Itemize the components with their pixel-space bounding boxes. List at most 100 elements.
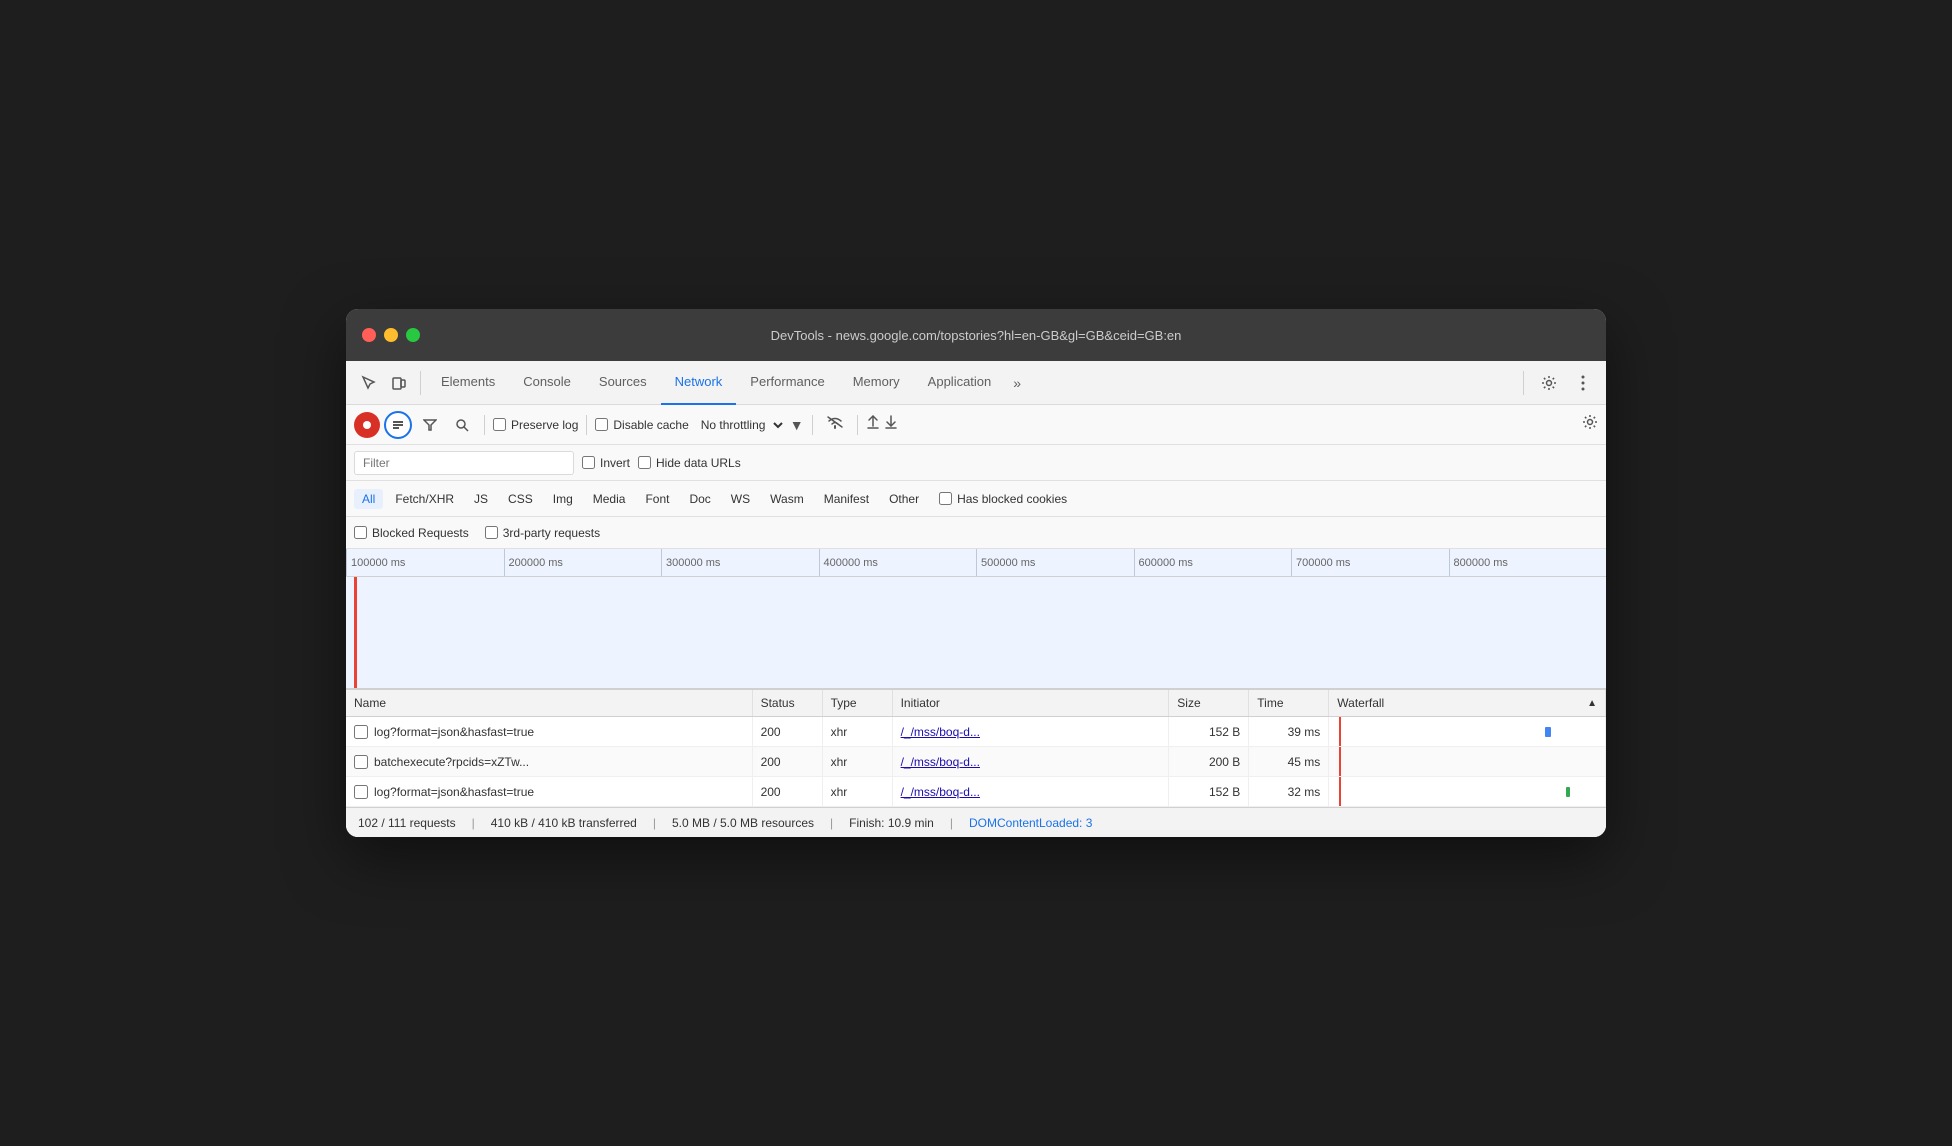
type-filter-fetch-xhr[interactable]: Fetch/XHR — [387, 489, 462, 509]
type-filter-wasm[interactable]: Wasm — [762, 489, 812, 509]
timeline-red-bar — [354, 577, 357, 689]
td-time-2: 45 ms — [1249, 747, 1329, 776]
maximize-button[interactable] — [406, 328, 420, 342]
more-options-button[interactable] — [1568, 368, 1598, 398]
tab-application[interactable]: Application — [914, 361, 1006, 405]
invert-label[interactable]: Invert — [582, 456, 630, 470]
table-body: log?format=json&hasfast=true 200 xhr /_/… — [346, 717, 1606, 807]
blocked-row: Blocked Requests 3rd-party requests — [346, 517, 1606, 549]
toolbar-sep-4 — [857, 415, 858, 435]
inspect-element-button[interactable] — [354, 368, 384, 398]
filter-row: Invert Hide data URLs — [346, 445, 1606, 481]
th-initiator[interactable]: Initiator — [893, 690, 1170, 716]
toolbar-divider-2 — [1523, 371, 1524, 395]
timeline-tick-3: 300000 ms — [661, 549, 819, 576]
settings-button[interactable] — [1534, 368, 1564, 398]
devtools-body: Elements Console Sources Network Perform… — [346, 361, 1606, 837]
timeline-tick-7: 700000 ms — [1291, 549, 1449, 576]
type-filter-font[interactable]: Font — [637, 489, 677, 509]
disable-cache-checkbox[interactable] — [595, 418, 608, 431]
type-filter-css[interactable]: CSS — [500, 489, 541, 509]
th-time[interactable]: Time — [1249, 690, 1329, 716]
tab-memory[interactable]: Memory — [839, 361, 914, 405]
tab-sources[interactable]: Sources — [585, 361, 661, 405]
td-initiator-2: /_/mss/boq-d... — [893, 747, 1170, 776]
status-domcontent: DOMContentLoaded: 3 — [969, 816, 1092, 830]
type-filter-ws[interactable]: WS — [723, 489, 758, 509]
status-resources: 5.0 MB / 5.0 MB resources — [672, 816, 814, 830]
network-settings-icon[interactable] — [1582, 414, 1598, 435]
tab-list: Elements Console Sources Network Perform… — [427, 361, 1517, 405]
table-row[interactable]: batchexecute?rpcids=xZTw... 200 xhr /_/m… — [346, 747, 1606, 777]
filter-input[interactable] — [354, 451, 574, 475]
type-filter-js[interactable]: JS — [466, 489, 496, 509]
td-type-2: xhr — [823, 747, 893, 776]
preserve-log-checkbox[interactable] — [493, 418, 506, 431]
type-filter-doc[interactable]: Doc — [681, 489, 718, 509]
type-filter-manifest[interactable]: Manifest — [816, 489, 877, 509]
table-row[interactable]: log?format=json&hasfast=true 200 xhr /_/… — [346, 717, 1606, 747]
preserve-log-label[interactable]: Preserve log — [493, 418, 578, 432]
type-filter-img[interactable]: Img — [545, 489, 581, 509]
disable-cache-label[interactable]: Disable cache — [595, 418, 688, 432]
tab-elements[interactable]: Elements — [427, 361, 509, 405]
throttle-select[interactable]: No throttling — [693, 415, 786, 435]
th-waterfall[interactable]: Waterfall ▲ — [1329, 690, 1606, 716]
tab-network[interactable]: Network — [661, 361, 737, 405]
timeline-tick-6: 600000 ms — [1134, 549, 1292, 576]
status-transferred: 410 kB / 410 kB transferred — [491, 816, 637, 830]
th-status[interactable]: Status — [753, 690, 823, 716]
hide-data-urls-label[interactable]: Hide data URLs — [638, 456, 741, 470]
search-button[interactable] — [448, 411, 476, 439]
type-filter-all[interactable]: All — [354, 489, 383, 509]
row-checkbox-3[interactable] — [354, 785, 368, 799]
timeline-body — [346, 577, 1606, 689]
row-checkbox-2[interactable] — [354, 755, 368, 769]
filter-button[interactable] — [416, 411, 444, 439]
sort-arrow-icon: ▲ — [1587, 698, 1597, 709]
toolbar-divider-1 — [420, 371, 421, 395]
td-waterfall-3 — [1329, 777, 1606, 806]
row-checkbox-1[interactable] — [354, 725, 368, 739]
blocked-requests-checkbox[interactable] — [354, 526, 367, 539]
type-filter-media[interactable]: Media — [585, 489, 634, 509]
timeline-tick-2: 200000 ms — [504, 549, 662, 576]
throttle-arrow-icon: ▼ — [790, 417, 804, 433]
has-blocked-cookies-checkbox[interactable] — [939, 492, 952, 505]
blocked-requests-label[interactable]: Blocked Requests — [354, 526, 469, 540]
status-requests: 102 / 111 requests — [358, 816, 456, 830]
close-button[interactable] — [362, 328, 376, 342]
th-name[interactable]: Name — [346, 690, 753, 716]
td-type-1: xhr — [823, 717, 893, 746]
download-icon[interactable] — [884, 414, 898, 435]
table-row[interactable]: log?format=json&hasfast=true 200 xhr /_/… — [346, 777, 1606, 807]
td-initiator-3: /_/mss/boq-d... — [893, 777, 1170, 806]
clear-button[interactable] — [384, 411, 412, 439]
minimize-button[interactable] — [384, 328, 398, 342]
tab-more-button[interactable]: » — [1005, 375, 1029, 391]
device-toggle-button[interactable] — [384, 368, 414, 398]
th-size[interactable]: Size — [1169, 690, 1249, 716]
record-button[interactable] — [354, 412, 380, 438]
upload-icon[interactable] — [866, 414, 880, 435]
tab-performance[interactable]: Performance — [736, 361, 838, 405]
invert-checkbox[interactable] — [582, 456, 595, 469]
type-filter-row: All Fetch/XHR JS CSS Img Media Font Doc … — [346, 481, 1606, 517]
td-size-3: 152 B — [1169, 777, 1249, 806]
td-status-3: 200 — [753, 777, 823, 806]
td-status-1: 200 — [753, 717, 823, 746]
toolbar-right — [1517, 368, 1598, 398]
td-type-3: xhr — [823, 777, 893, 806]
hide-data-urls-checkbox[interactable] — [638, 456, 651, 469]
td-status-2: 200 — [753, 747, 823, 776]
type-filter-other[interactable]: Other — [881, 489, 927, 509]
has-blocked-cookies-label[interactable]: Has blocked cookies — [939, 492, 1067, 506]
waterfall-timeline: 100000 ms 200000 ms 300000 ms 400000 ms … — [346, 549, 1606, 689]
timeline-tick-1: 100000 ms — [346, 549, 504, 576]
tab-console[interactable]: Console — [509, 361, 585, 405]
window-title: DevTools - news.google.com/topstories?hl… — [771, 328, 1182, 343]
top-toolbar: Elements Console Sources Network Perform… — [346, 361, 1606, 405]
third-party-label[interactable]: 3rd-party requests — [485, 526, 600, 540]
th-type[interactable]: Type — [823, 690, 893, 716]
third-party-checkbox[interactable] — [485, 526, 498, 539]
